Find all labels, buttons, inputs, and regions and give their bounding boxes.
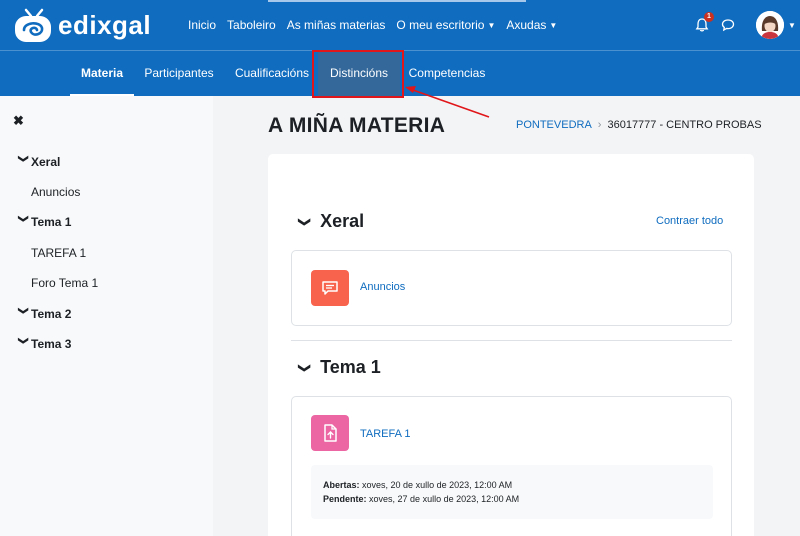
chevron-down-icon[interactable]: ▼ [788, 21, 796, 30]
assignment-icon [311, 415, 349, 451]
activity-anuncios[interactable]: Anuncios [291, 250, 732, 326]
brand-name: edixgal [58, 9, 152, 40]
activity-link[interactable]: Anuncios [360, 281, 405, 293]
date-value: xoves, 20 de xullo de 2023, 12:00 AM [362, 480, 513, 490]
chevron-down-icon: ❯ [298, 216, 313, 227]
section-divider [291, 340, 732, 341]
drawer-item-label: Tema 1 [31, 215, 72, 229]
breadcrumb: PONTEVEDRA › 36017777 - CENTRO PROBAS [516, 119, 762, 131]
date-value: xoves, 27 de xullo de 2023, 12:00 AM [369, 494, 520, 504]
forum-icon [311, 270, 349, 306]
user-tools: 1 ▼ [694, 10, 796, 40]
drawer-item-label: Anuncios [31, 185, 81, 199]
section-header-xeral[interactable]: ❯ Xeral [298, 211, 365, 232]
drawer-section-xeral[interactable]: ❯ Xeral [15, 153, 61, 171]
nav-label: Inicio [188, 18, 217, 32]
nav-label: O meu escritorio [396, 18, 485, 32]
primary-navigation: Inicio Taboleiro As miñas materias O meu… [188, 0, 568, 50]
chevron-down-icon: ❯ [17, 336, 29, 345]
drawer-item-label: Tema 3 [31, 337, 72, 351]
section-title: Tema 1 [320, 357, 381, 377]
nav-label: Axudas [506, 18, 547, 32]
chevron-down-icon: ▼ [487, 20, 496, 30]
chevron-down-icon: ❯ [17, 154, 29, 163]
drawer-section-tema-2[interactable]: ❯ Tema 2 [15, 305, 72, 323]
notifications-badge: 1 [704, 12, 714, 22]
drawer-item-foro-tema-1[interactable]: Foro Tema 1 [31, 274, 98, 292]
date-label: Abertas: [323, 480, 360, 490]
highlight-box [312, 50, 404, 98]
page-title: A MIÑA MATERIA [268, 114, 446, 137]
tab-label: Materia [80, 66, 124, 80]
course-index-drawer: ✖ ❯ Xeral Anuncios ❯ Tema 1 TAREFA 1 Foro … [0, 96, 213, 536]
drawer-item-label: Tema 2 [31, 307, 72, 321]
chevron-down-icon: ▼ [549, 20, 558, 30]
user-avatar[interactable] [756, 11, 784, 39]
drawer-section-tema-1[interactable]: ❯ Tema 1 [15, 213, 72, 231]
avatar-icon [756, 11, 784, 39]
drawer-section-tema-3[interactable]: ❯ Tema 3 [15, 335, 72, 353]
drawer-item-label: Foro Tema 1 [31, 276, 99, 290]
nav-label: Taboleiro [227, 18, 276, 32]
activity-link[interactable]: TAREFA 1 [360, 428, 411, 440]
activity-dates: Abertas: xoves, 20 de xullo de 2023, 12:… [311, 465, 713, 519]
nav-o-meu-escritorio-dropdown[interactable]: O meu escritorio ▼ [396, 18, 495, 32]
assignment-glyph [324, 424, 337, 442]
drawer-item-label: TAREFA 1 [31, 246, 87, 260]
date-due-row: Pendente: xoves, 27 de xullo de 2023, 12… [323, 492, 713, 506]
nav-as-minas-materias[interactable]: As miñas materias [287, 18, 386, 32]
nav-label: As miñas materias [286, 18, 386, 32]
collapse-all-link[interactable]: Contraer todo [656, 215, 723, 227]
section-header-tema-1[interactable]: ❯ Tema 1 [298, 357, 381, 378]
nav-inicio[interactable]: Inicio [188, 18, 216, 32]
tab-label: Participantes [144, 66, 214, 80]
chat-bubble-icon [721, 19, 735, 32]
section-title: Xeral [320, 211, 365, 231]
messages-button[interactable] [720, 17, 736, 33]
activity-tarefa-1[interactable]: TAREFA 1 Abertas: xoves, 20 de xullo de … [291, 396, 732, 536]
breadcrumb-link[interactable]: PONTEVEDRA [516, 119, 592, 131]
breadcrumb-current: 36017777 - CENTRO PROBAS [607, 119, 762, 131]
chevron-down-icon: ❯ [17, 214, 29, 223]
site-logo[interactable]: edixgal [12, 6, 162, 44]
nav-axudas-dropdown[interactable]: Axudas ▼ [506, 18, 557, 32]
close-icon[interactable]: ✖ [13, 113, 24, 129]
notifications-button[interactable]: 1 [694, 12, 714, 33]
tab-label: Competencias [408, 66, 486, 80]
date-open-row: Abertas: xoves, 20 de xullo de 2023, 12:… [323, 478, 713, 492]
tab-participantes[interactable]: Participantes [134, 51, 224, 96]
top-navbar: edixgal Inicio Taboleiro As miñas materi… [0, 0, 800, 50]
tab-competencias[interactable]: Competencias [404, 51, 490, 96]
date-label: Pendente: [323, 494, 367, 504]
nav-taboleiro[interactable]: Taboleiro [227, 18, 276, 32]
drawer-item-label: Xeral [31, 155, 61, 169]
tab-materia[interactable]: Materia [70, 51, 134, 97]
edixgal-logo-icon [15, 8, 51, 42]
drawer-item-anuncios[interactable]: Anuncios [31, 183, 80, 201]
chevron-down-icon: ❯ [17, 306, 29, 315]
chevron-right-icon: › [597, 119, 602, 131]
drawer-item-tarefa-1[interactable]: TAREFA 1 [31, 244, 86, 262]
forum-glyph [322, 281, 338, 295]
tab-label: Cualificacións [234, 66, 310, 80]
chevron-down-icon: ❯ [298, 362, 313, 373]
tab-cualificacions[interactable]: Cualificacións [226, 51, 318, 96]
